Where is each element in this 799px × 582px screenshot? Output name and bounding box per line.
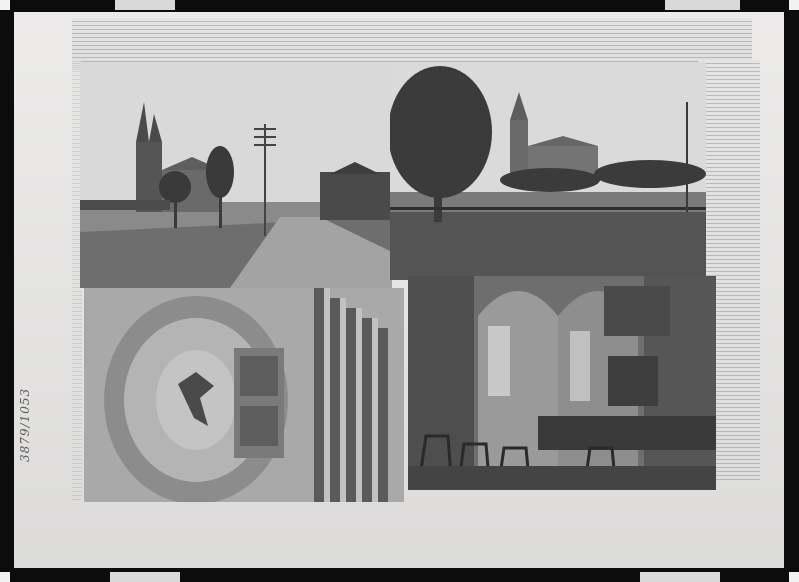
margin-note: 3879/1053: [18, 387, 32, 462]
corner-marker: [0, 0, 10, 10]
corner-marker: [789, 572, 799, 582]
photo-church-park: [390, 62, 706, 280]
photo-interior-nave: [408, 276, 716, 490]
plate-clip: [665, 0, 740, 10]
photo-church-street: [80, 62, 392, 288]
corner-marker: [0, 572, 10, 582]
corner-marker: [789, 0, 799, 10]
photo-interior-ceiling: [84, 288, 404, 502]
plate-clip: [640, 572, 720, 582]
plate-clip: [110, 572, 180, 582]
plate-clip: [115, 0, 175, 10]
